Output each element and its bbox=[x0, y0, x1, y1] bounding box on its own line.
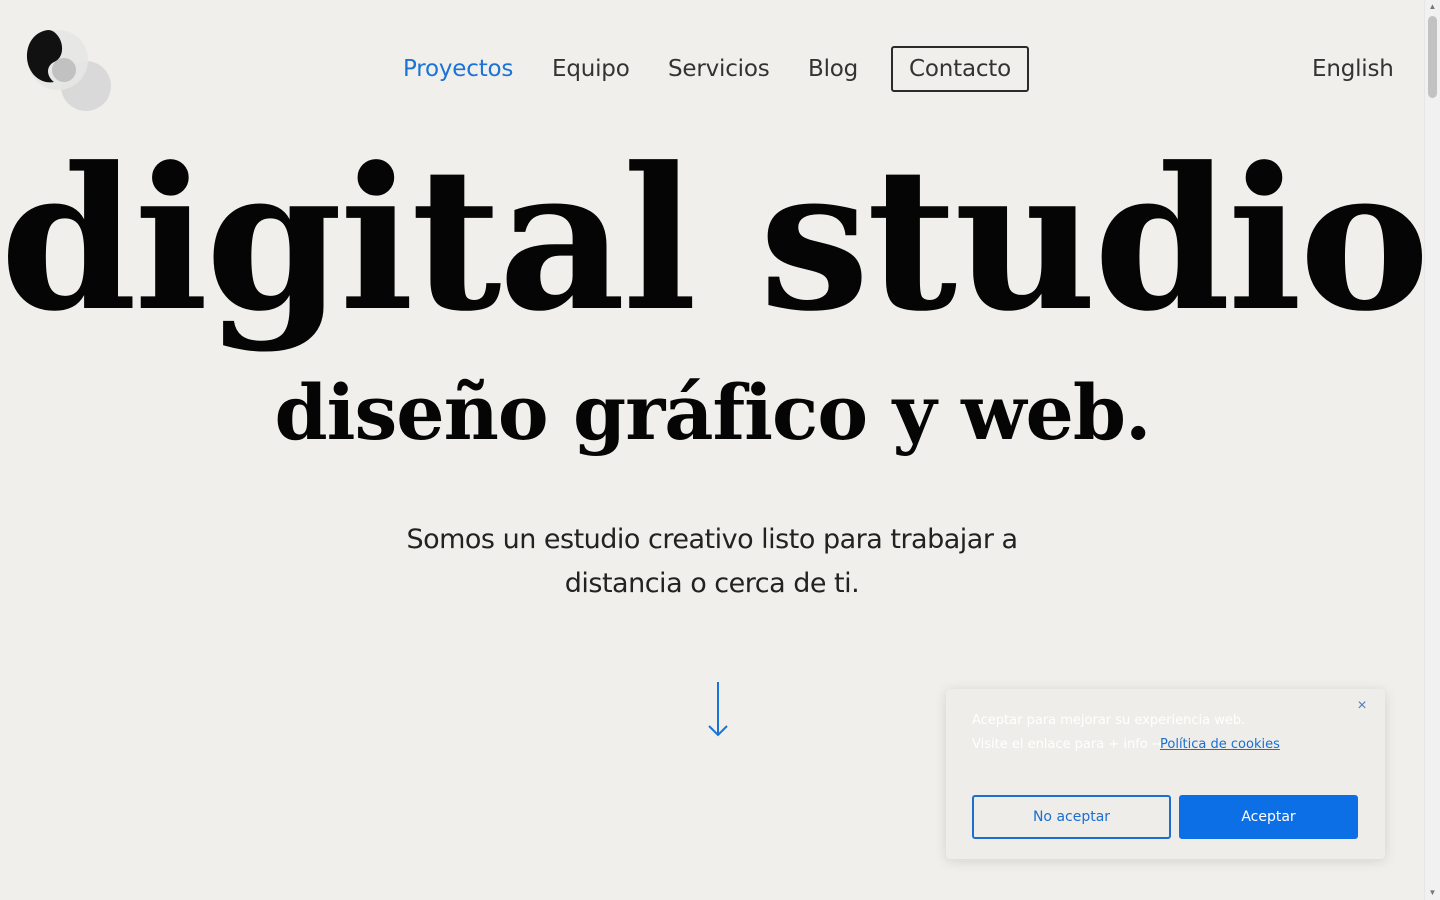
main-nav: Proyectos Equipo Servicios Blog Contacto… bbox=[0, 46, 1425, 92]
language-switch-link[interactable]: English bbox=[1312, 46, 1394, 92]
hero-description-line-1: Somos un estudio creativo listo para tra… bbox=[406, 524, 1018, 555]
cookie-text-line-2: Visite el enlace para + info → bbox=[972, 737, 1163, 752]
contact-button[interactable]: Contacto bbox=[891, 46, 1029, 92]
scrollbar-thumb[interactable] bbox=[1428, 16, 1437, 98]
nav-item-equipo[interactable]: Equipo bbox=[552, 46, 630, 92]
nav-item-proyectos[interactable]: Proyectos bbox=[403, 46, 513, 92]
arrow-down-icon[interactable] bbox=[706, 680, 730, 738]
hero-title: digital studio. bbox=[0, 125, 1440, 355]
scroll-up-icon[interactable]: ▲ bbox=[1425, 0, 1440, 14]
reject-cookies-button[interactable]: No aceptar bbox=[972, 795, 1171, 839]
vertical-scrollbar[interactable]: ▲ ▼ bbox=[1424, 0, 1440, 900]
page: Proyectos Equipo Servicios Blog Contacto… bbox=[0, 0, 1440, 900]
cookie-policy-link[interactable]: Política de cookies bbox=[1160, 737, 1280, 752]
nav-item-blog[interactable]: Blog bbox=[808, 46, 858, 92]
hero-subtitle: diseño gráfico y web. bbox=[274, 368, 1152, 457]
cookie-text-line-1: Aceptar para mejorar su experiencia web. bbox=[972, 713, 1246, 728]
scroll-down-icon[interactable]: ▼ bbox=[1425, 886, 1440, 900]
accept-cookies-button[interactable]: Aceptar bbox=[1179, 795, 1358, 839]
close-icon[interactable]: × bbox=[1353, 697, 1371, 715]
nav-item-servicios[interactable]: Servicios bbox=[668, 46, 770, 92]
hero-description-line-2: distancia o cerca de ti. bbox=[564, 568, 860, 599]
cookie-banner: × Aceptar para mejorar su experiencia we… bbox=[946, 689, 1385, 859]
hero-description: Somos un estudio creativo listo para tra… bbox=[362, 518, 1062, 606]
